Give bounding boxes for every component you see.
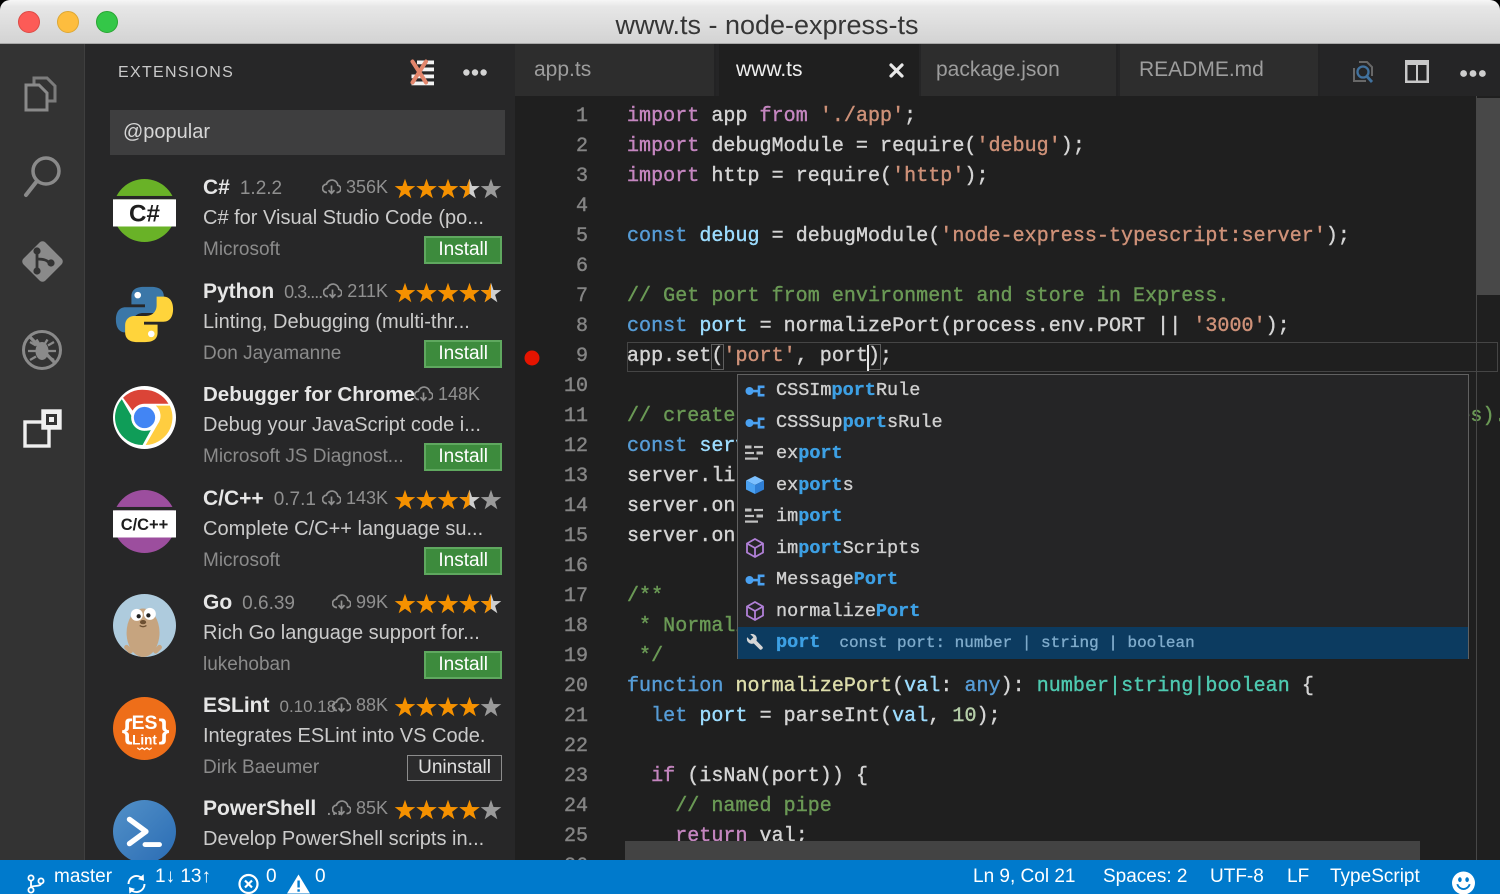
svg-text:C#: C# xyxy=(129,201,160,228)
svg-text:}: } xyxy=(159,714,170,745)
svg-text:Lint: Lint xyxy=(132,732,157,747)
svg-text:ES: ES xyxy=(132,712,158,734)
svg-text:C/C++: C/C++ xyxy=(121,516,169,534)
